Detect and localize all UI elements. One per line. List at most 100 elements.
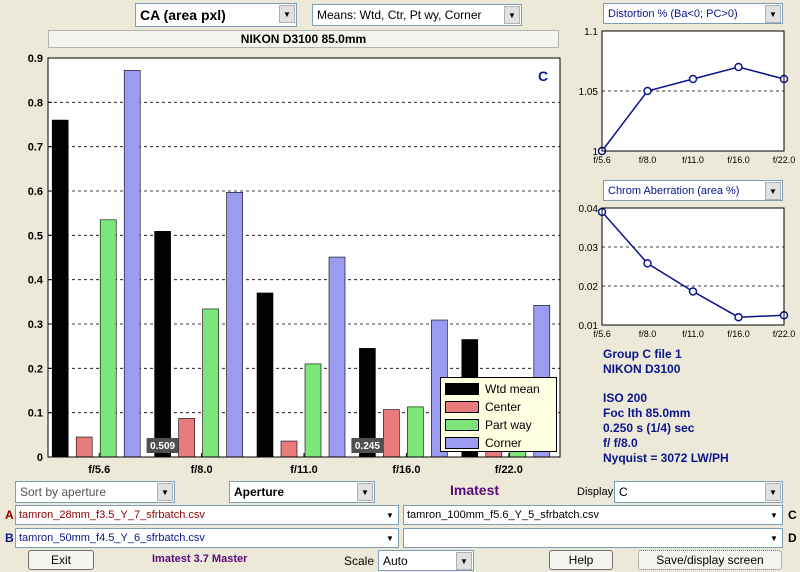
x-tick-label: f/11.0 bbox=[682, 155, 704, 165]
scale-select-value: Auto bbox=[383, 553, 408, 568]
camera-title: NIKON D3100 85.0mm bbox=[48, 30, 559, 48]
chart-corner-letter: C bbox=[538, 68, 549, 84]
legend-swatch bbox=[445, 419, 479, 431]
info-shutter: 0.250 s (1/4) sec bbox=[603, 421, 695, 435]
y-tick-label: 0.9 bbox=[28, 53, 43, 65]
scale-label: Scale bbox=[344, 554, 375, 568]
x-tick-label: f/11.0 bbox=[290, 464, 318, 476]
ca-select[interactable]: Chrom Aberration (area %) ▼ bbox=[603, 180, 783, 201]
x-tick-label: f/8.0 bbox=[639, 155, 657, 165]
file-c-select[interactable]: tamron_100mm_f5.6_Y_5_sfrbatch.csv ▼ bbox=[403, 505, 783, 525]
file-a-select[interactable]: tamron_28mm_f3.5_Y_7_sfrbatch.csv ▼ bbox=[15, 505, 399, 525]
y-tick-label: 0.8 bbox=[28, 97, 43, 109]
scale-select[interactable]: Auto ▼ bbox=[378, 550, 474, 571]
chevron-down-icon[interactable]: ▼ bbox=[383, 530, 397, 546]
file-d-letter: D bbox=[788, 531, 797, 545]
x-tick-label: f/8.0 bbox=[639, 329, 657, 339]
bar-part-way bbox=[407, 406, 424, 458]
x-tick-label: f/5.6 bbox=[593, 329, 611, 339]
chevron-down-icon[interactable]: ▼ bbox=[279, 5, 295, 23]
display-select[interactable]: C ▼ bbox=[614, 481, 783, 503]
bar-wtd-mean bbox=[51, 119, 69, 458]
x-tick-label: f/8.0 bbox=[191, 464, 213, 476]
chevron-down-icon[interactable]: ▼ bbox=[767, 530, 781, 546]
legend-swatch bbox=[445, 383, 479, 395]
help-button[interactable]: Help bbox=[549, 550, 613, 570]
legend-label: Part way bbox=[485, 418, 532, 432]
y-tick-label: 0.03 bbox=[579, 243, 599, 254]
legend-swatch bbox=[445, 437, 479, 449]
exit-button-label: Exit bbox=[50, 553, 71, 567]
help-button-label: Help bbox=[568, 553, 594, 567]
metric-select-value: CA (area pxl) bbox=[140, 7, 226, 23]
y-tick-label: 0.7 bbox=[28, 142, 43, 154]
chevron-down-icon[interactable]: ▼ bbox=[383, 507, 397, 523]
y-tick-label: 0.3 bbox=[28, 319, 43, 331]
chevron-down-icon[interactable]: ▼ bbox=[357, 483, 373, 501]
y-tick-label: 0.4 bbox=[28, 275, 44, 287]
y-tick-label: 0.04 bbox=[579, 204, 599, 215]
bar-center bbox=[280, 440, 298, 458]
x-tick-label: f/5.6 bbox=[593, 155, 611, 165]
y-tick-label: 1.05 bbox=[579, 87, 599, 98]
display-select-value: C bbox=[619, 485, 628, 499]
distortion-chart-svg: 11.051.1f/5.6 f/8.0 f/11.0 f/16.0 f/22.0 bbox=[579, 27, 796, 165]
plot-area bbox=[602, 208, 784, 325]
chevron-down-icon[interactable]: ▼ bbox=[456, 552, 472, 570]
chevron-down-icon[interactable]: ▼ bbox=[157, 483, 173, 501]
y-tick-label: 0.5 bbox=[28, 230, 43, 242]
bar-center bbox=[75, 436, 93, 458]
file-d-select[interactable]: ▼ bbox=[403, 528, 783, 548]
metric-select[interactable]: CA (area pxl) ▼ bbox=[135, 3, 297, 27]
file-b-select[interactable]: tamron_50mm_f4.5_Y_6_sfrbatch.csv ▼ bbox=[15, 528, 399, 548]
bar-center bbox=[178, 418, 195, 458]
chart-legend: Wtd mean Center Part way Corner bbox=[440, 377, 557, 452]
ca-chart: 0.01 0.02 0.03 0.04 f/5.6 f/8.0 f/11.0 f/16.0 f/… bbox=[565, 200, 800, 345]
x-tick-label: f/22.0 bbox=[495, 464, 523, 476]
exit-button[interactable]: Exit bbox=[28, 550, 94, 570]
chevron-down-icon[interactable]: ▼ bbox=[504, 6, 520, 24]
version-label: Imatest 3.7 Master bbox=[152, 553, 248, 565]
file-c-letter: C bbox=[788, 508, 797, 522]
data-label: 0.509 bbox=[150, 441, 175, 452]
x-tick-label: f/11.0 bbox=[682, 329, 704, 339]
bar-part-way bbox=[99, 219, 117, 458]
x-tick-label: f/16.0 bbox=[727, 155, 750, 165]
bar-part-way bbox=[202, 308, 219, 458]
y-tick-label: 0 bbox=[37, 452, 43, 464]
distortion-select-value: Distortion % (Ba<0; PC>0) bbox=[608, 7, 738, 20]
file-b-letter: B bbox=[5, 531, 14, 545]
y-tick-label: 0.6 bbox=[28, 186, 43, 198]
app-label: Imatest bbox=[450, 482, 500, 498]
chevron-down-icon[interactable]: ▼ bbox=[765, 483, 781, 501]
legend-label: Corner bbox=[485, 436, 522, 450]
info-nyquist: Nyquist = 3072 LW/PH bbox=[603, 451, 729, 465]
chevron-down-icon[interactable]: ▼ bbox=[765, 5, 781, 23]
legend-swatch bbox=[445, 401, 479, 413]
legend-label: Center bbox=[485, 400, 522, 414]
means-select-value: Means: Wtd, Ctr, Pt wy, Corner bbox=[317, 8, 482, 22]
data-point bbox=[734, 62, 743, 72]
file-c-value: tamron_100mm_f5.6_Y_5_sfrbatch.csv bbox=[407, 509, 599, 521]
x-tick-label: f/16.0 bbox=[727, 329, 750, 339]
data-label: 0.245 bbox=[355, 441, 380, 452]
save-display-button[interactable]: Save/display screen bbox=[638, 550, 782, 570]
bar-wtd-mean bbox=[256, 292, 274, 458]
chevron-down-icon[interactable]: ▼ bbox=[767, 507, 781, 523]
bar-corner bbox=[328, 256, 346, 458]
info-aperture: f/ f/8.0 bbox=[603, 436, 638, 450]
legend-item-part-way: Part way bbox=[445, 416, 552, 434]
y-tick-label: 0.2 bbox=[28, 363, 43, 375]
x-axis-select[interactable]: Aperture ▼ bbox=[229, 481, 375, 503]
sort-select[interactable]: Sort by aperture ▼ bbox=[15, 481, 175, 503]
info-iso: ISO 200 bbox=[603, 391, 648, 405]
means-select[interactable]: Means: Wtd, Ctr, Pt wy, Corner ▼ bbox=[312, 4, 522, 26]
y-tick-label: 0.02 bbox=[579, 282, 599, 293]
data-point bbox=[643, 259, 652, 268]
chevron-down-icon[interactable]: ▼ bbox=[765, 182, 781, 200]
bar-part-way bbox=[304, 363, 322, 458]
distortion-select[interactable]: Distortion % (Ba<0; PC>0) ▼ bbox=[603, 3, 783, 24]
data-point bbox=[688, 74, 698, 84]
x-tick-label: f/22.0 bbox=[773, 155, 796, 165]
ca-chart-svg: 0.010.020.030.04f/5.6 f/8.0 f/11.0 f/16.0 f/… bbox=[579, 204, 796, 339]
